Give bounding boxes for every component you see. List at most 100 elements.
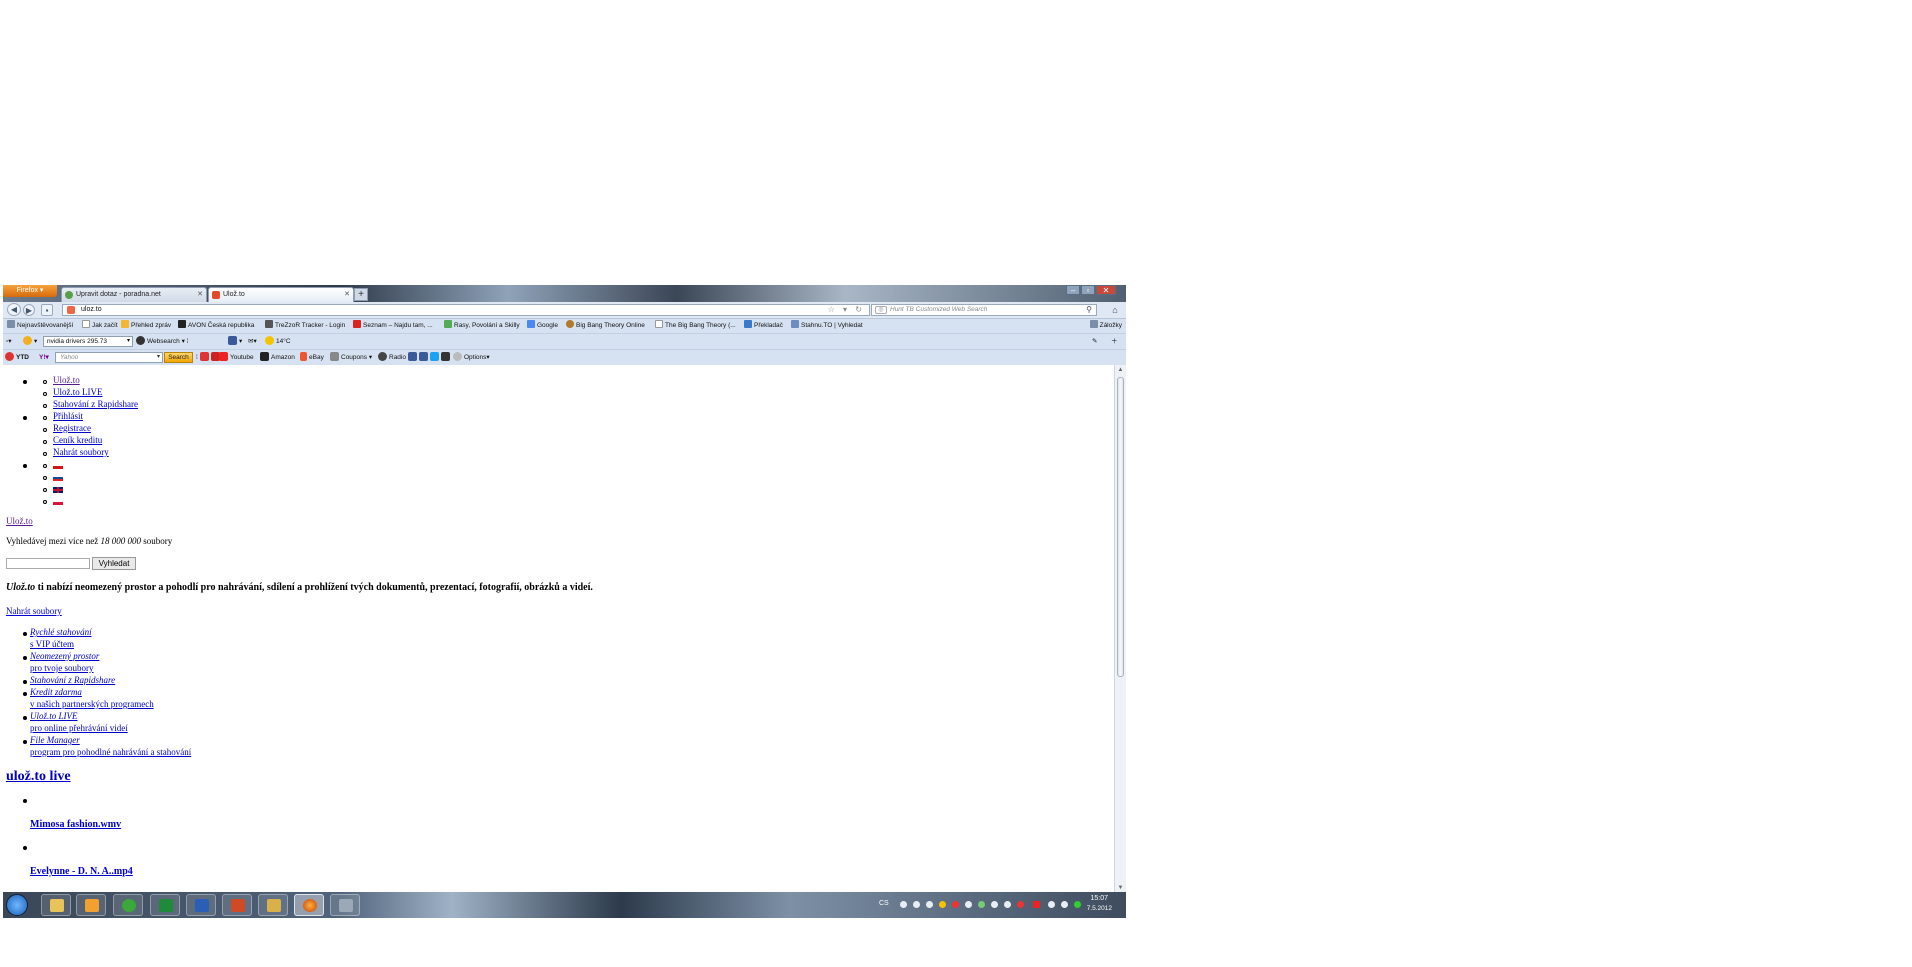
bookmarks-menu[interactable]: Záložky bbox=[1089, 319, 1122, 332]
minimize-icon[interactable]: – bbox=[1066, 285, 1080, 295]
toolbar-search-input[interactable]: nvidia drivers 295.73 ▾ bbox=[43, 336, 133, 347]
ytd-button[interactable]: YTD bbox=[5, 352, 29, 363]
tray-icon[interactable] bbox=[965, 901, 972, 908]
youtube-link[interactable]: Youtube bbox=[219, 352, 254, 363]
search-input[interactable] bbox=[6, 558, 90, 569]
identity-icon[interactable]: ▪ bbox=[41, 304, 53, 316]
new-tab-button[interactable]: + bbox=[354, 288, 368, 301]
nav-link-upload[interactable]: Nahrát soubory bbox=[53, 447, 109, 457]
bookmark-google[interactable]: Google bbox=[527, 319, 558, 332]
back-arrow-icon[interactable]: ◀ bbox=[7, 303, 21, 316]
vertical-scrollbar[interactable]: ▲ ▼ bbox=[1114, 365, 1126, 893]
tray-icon[interactable] bbox=[1017, 901, 1024, 908]
window-close-icon[interactable]: ✕ bbox=[1096, 285, 1116, 295]
yahoo-search-button[interactable]: Search bbox=[164, 352, 193, 363]
bookmark-rasy[interactable]: Rasy, Povolání a Skilly bbox=[444, 319, 520, 332]
tray-icon[interactable] bbox=[978, 901, 985, 908]
tab-ulozto[interactable]: Ulož.to ✕ bbox=[208, 287, 354, 302]
mail-icon[interactable]: ✉▾ bbox=[248, 336, 257, 347]
chevron-down-icon[interactable]: ▾ bbox=[157, 353, 160, 362]
star-reload-icons[interactable]: ☆ ▾ ↻ bbox=[828, 305, 865, 315]
start-button[interactable] bbox=[6, 894, 28, 916]
options-button[interactable]: Options▾ bbox=[453, 352, 490, 363]
bookmark-bbt[interactable]: The Big Bang Theory (... bbox=[655, 319, 736, 332]
chevron-down-icon[interactable]: ▾ bbox=[127, 337, 130, 346]
bookmark-prekladac[interactable]: Překladač bbox=[744, 319, 783, 332]
feature-fast-download[interactable]: Rychlé stahování bbox=[30, 627, 92, 637]
nav-link-register[interactable]: Registrace bbox=[53, 423, 91, 433]
weather-button[interactable]: 14°C bbox=[265, 336, 291, 347]
feature-free-credit[interactable]: Kredit zdarma bbox=[30, 687, 82, 697]
coupons-link[interactable]: Coupons ▾ bbox=[330, 352, 372, 363]
upload-link[interactable]: Nahrát soubory bbox=[6, 606, 62, 616]
bookmark-most-visited[interactable]: Nejnavštěvovanější bbox=[7, 319, 73, 332]
yahoo-logo-icon[interactable]: Y!▾ bbox=[39, 352, 49, 363]
amazon-link[interactable]: Amazon bbox=[260, 352, 295, 363]
clock-time[interactable]: 15:07 bbox=[1090, 895, 1108, 902]
bookmark-seznam[interactable]: Seznam – Najdu tam, ... bbox=[353, 319, 433, 332]
search-engine-icon[interactable]: ◎ bbox=[875, 306, 887, 314]
bookmark-getting-started[interactable]: Jak začít bbox=[82, 319, 118, 332]
tray-icon[interactable] bbox=[900, 901, 907, 908]
feature-sub[interactable]: pro tvoje soubory bbox=[30, 663, 94, 673]
home-icon[interactable]: ⌂ bbox=[1107, 304, 1123, 316]
video-link[interactable]: Evelynne - D. N. A..mp4 bbox=[30, 866, 133, 877]
tray-icon[interactable] bbox=[952, 901, 959, 908]
search-icon[interactable]: ⚲ bbox=[1086, 305, 1092, 315]
volume-icon[interactable] bbox=[1061, 901, 1068, 908]
tray-icon[interactable] bbox=[991, 901, 998, 908]
feature-unlimited-space[interactable]: Neomezený prostor bbox=[30, 651, 99, 661]
nav-link-login[interactable]: Přihlásit bbox=[53, 411, 83, 421]
logo-link[interactable]: Ulož.to bbox=[6, 516, 33, 526]
bookmark-stahnu[interactable]: Stahnu.TO | Vyhledat bbox=[791, 319, 863, 332]
excel-task[interactable] bbox=[150, 894, 180, 916]
tray-icon[interactable] bbox=[1074, 901, 1081, 908]
bookmark-bbt-online[interactable]: Big Bang Theory Online bbox=[566, 319, 645, 332]
maximize-icon[interactable]: ▫ bbox=[1081, 285, 1095, 295]
slovak-flag-icon[interactable] bbox=[53, 475, 63, 481]
tray-icon[interactable] bbox=[1033, 901, 1040, 908]
nav-link-ulozto[interactable]: Ulož.to bbox=[53, 375, 80, 385]
uk-flag-icon[interactable] bbox=[53, 487, 63, 493]
feature-sub[interactable]: program pro pohodlné nahrávání a stahová… bbox=[30, 747, 191, 757]
websearch-button[interactable]: Websearch ▾ ⁞ bbox=[136, 336, 188, 347]
files-task[interactable] bbox=[258, 894, 288, 916]
radio-link[interactable]: Radio bbox=[378, 352, 406, 363]
bookmark-trezzor[interactable]: TreZzoR Tracker - Login bbox=[265, 319, 345, 332]
language-indicator[interactable]: CS bbox=[879, 900, 889, 907]
close-icon[interactable]: ✕ bbox=[197, 288, 203, 302]
feature-live[interactable]: Ulož.to LIVE bbox=[30, 711, 78, 721]
media-player-task[interactable] bbox=[76, 894, 106, 916]
explorer-task[interactable] bbox=[41, 894, 71, 916]
forward-arrow-icon[interactable]: ▶ bbox=[23, 304, 35, 316]
feature-sub[interactable]: pro online přehrávání videí bbox=[30, 723, 128, 733]
word-task[interactable] bbox=[186, 894, 216, 916]
wrench-icon[interactable]: ✎ bbox=[1092, 336, 1097, 347]
mic-task[interactable] bbox=[330, 894, 360, 916]
feature-sub[interactable]: v našich partnerských programech bbox=[30, 699, 154, 709]
url-bar[interactable]: uloz.to ☆ ▾ ↻ bbox=[62, 304, 870, 316]
tray-icon[interactable] bbox=[926, 901, 933, 908]
polish-flag-icon[interactable] bbox=[53, 499, 63, 505]
search-button[interactable]: Vyhledat bbox=[92, 557, 136, 570]
bookmark-news[interactable]: Přehled zpráv bbox=[121, 319, 171, 332]
tray-icon[interactable] bbox=[939, 901, 946, 908]
social-icons[interactable] bbox=[408, 352, 452, 363]
video-link[interactable]: Mimosa fashion.wmv bbox=[30, 819, 121, 830]
facebook-icon[interactable]: ▾ bbox=[228, 336, 242, 347]
scroll-up-icon[interactable]: ▲ bbox=[1115, 365, 1126, 375]
ebay-link[interactable]: eBay bbox=[300, 352, 324, 363]
bookmark-avon[interactable]: AVON Česká republika bbox=[178, 319, 254, 332]
nav-link-pricing[interactable]: Ceník kreditu bbox=[53, 435, 102, 445]
scroll-thumb[interactable] bbox=[1117, 377, 1124, 677]
tray-icon[interactable] bbox=[1004, 901, 1011, 908]
bookmark-icons[interactable]: ⁞ bbox=[196, 352, 222, 363]
add-icon[interactable]: ＋ bbox=[1111, 336, 1118, 347]
close-icon[interactable]: ✕ bbox=[344, 288, 350, 302]
feature-rapidshare[interactable]: Stahování z Rapidshare bbox=[30, 675, 115, 685]
toolbar-menu-icon[interactable]: ▫▾ bbox=[6, 336, 12, 347]
tray-icon[interactable] bbox=[913, 901, 920, 908]
feature-file-manager[interactable]: File Manager bbox=[30, 735, 80, 745]
network-icon[interactable] bbox=[1048, 901, 1055, 908]
tab-poradna[interactable]: Upravit dotaz - poradna.net ✕ bbox=[61, 287, 207, 302]
